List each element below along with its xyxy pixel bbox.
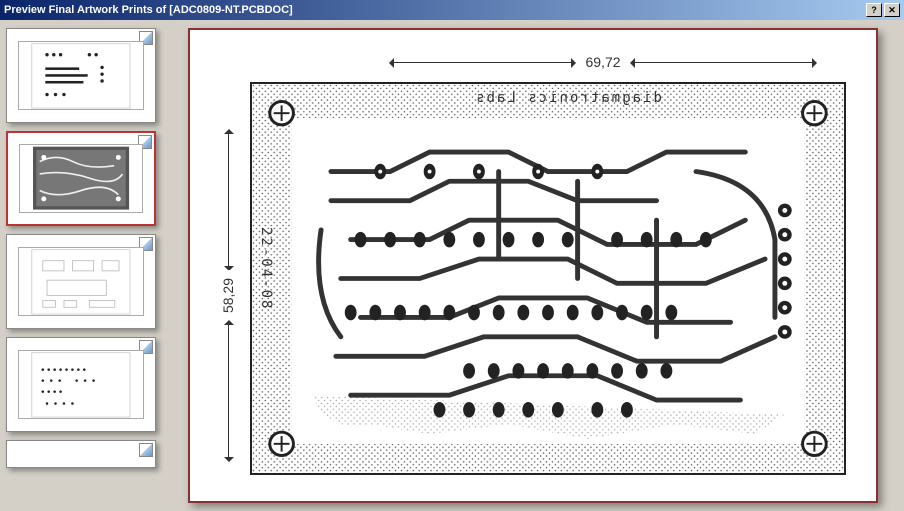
- preview-viewer: 69,72 58,29 diagmatronics Labs 22-04-08: [180, 20, 904, 511]
- pcb-artwork: diagmatronics Labs 22-04-08: [250, 82, 846, 475]
- thumbnail-preview: [18, 350, 144, 420]
- page-curl-icon: [139, 443, 153, 457]
- workspace: 69,72 58,29 diagmatronics Labs 22-04-08: [0, 20, 904, 511]
- thumbnail-panel: [0, 20, 180, 511]
- board-date: 22-04-08: [258, 94, 274, 443]
- thumbnail-preview: [18, 41, 144, 111]
- dimension-width: 69,72: [390, 52, 816, 72]
- title-bar: Preview Final Artwork Prints of [ADC0809…: [0, 0, 904, 20]
- preview-sheet: 69,72 58,29 diagmatronics Labs 22-04-08: [188, 28, 878, 503]
- thumbnail-page-3[interactable]: [6, 234, 156, 329]
- thumbnail-page-1[interactable]: [6, 28, 156, 123]
- board-label: diagmatronics Labs: [322, 90, 814, 106]
- dimension-height: 58,29: [218, 130, 238, 461]
- close-button[interactable]: ✕: [884, 3, 900, 17]
- help-button[interactable]: ?: [866, 3, 882, 17]
- window-title: Preview Final Artwork Prints of [ADC0809…: [4, 4, 866, 16]
- thumbnail-page-2[interactable]: [6, 131, 156, 226]
- thumbnail-page-5[interactable]: [6, 440, 156, 468]
- dimension-width-value: 69,72: [575, 54, 630, 70]
- thumbnail-preview: [19, 144, 143, 212]
- thumbnail-page-4[interactable]: [6, 337, 156, 432]
- thumbnail-preview: [18, 247, 144, 317]
- dimension-height-value: 58,29: [220, 270, 236, 321]
- window-controls: ? ✕: [866, 3, 900, 17]
